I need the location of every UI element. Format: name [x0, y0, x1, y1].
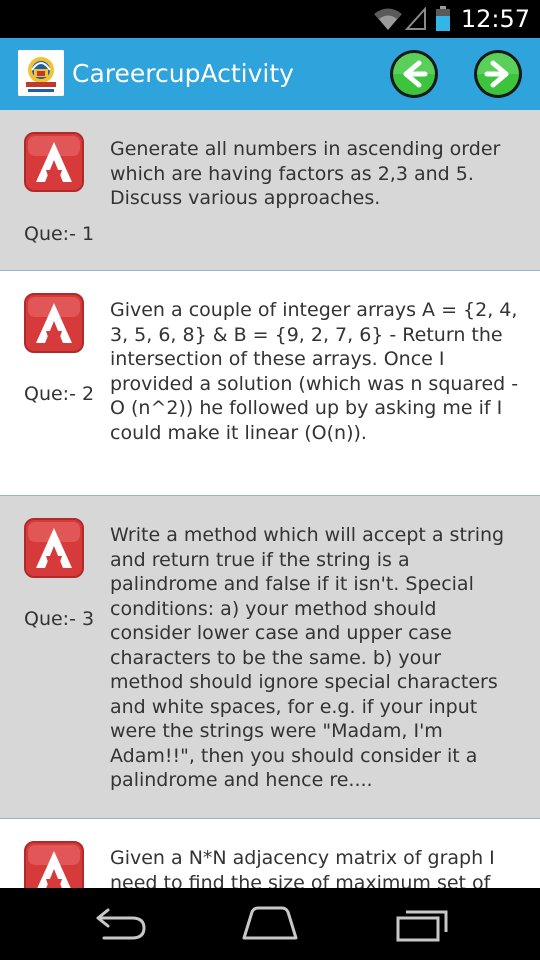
app-a-icon	[24, 132, 84, 192]
wifi-icon	[373, 8, 402, 30]
forward-nav-button[interactable]	[473, 49, 523, 99]
arrow-right-icon	[474, 50, 522, 98]
app-a-icon	[24, 518, 84, 578]
arrow-left-icon	[390, 50, 438, 98]
list-item[interactable]: Que:- 1 Generate all numbers in ascendin…	[0, 110, 540, 271]
list-item[interactable]: Given a N*N adjacency matrix of graph I …	[0, 819, 540, 888]
back-nav-button[interactable]	[389, 49, 439, 99]
list-item[interactable]: Que:- 2 Given a couple of integer arrays…	[0, 271, 540, 496]
action-bar: CareercupActivity	[0, 38, 540, 110]
question-text: Write a method which will accept a strin…	[110, 524, 505, 791]
question-text: Generate all numbers in ascending order …	[110, 138, 501, 209]
battery-icon	[435, 6, 450, 31]
recent-apps-icon[interactable]	[392, 904, 452, 944]
question-list[interactable]: Que:- 1 Generate all numbers in ascendin…	[0, 110, 540, 888]
app-logo-icon[interactable]	[18, 50, 64, 96]
status-bar: 12:57	[0, 0, 540, 38]
back-icon[interactable]	[90, 904, 150, 944]
question-number: Que:- 2	[24, 383, 95, 405]
question-text: Given a couple of integer arrays A = {2,…	[110, 299, 519, 444]
app-a-icon	[24, 293, 84, 353]
signal-icon	[404, 7, 426, 30]
question-text: Given a N*N adjacency matrix of graph I …	[110, 847, 495, 888]
list-item[interactable]: Que:- 3 Write a method which will accept…	[0, 496, 540, 819]
clock: 12:57	[460, 5, 530, 33]
app-a-icon	[24, 841, 84, 888]
system-nav-bar	[0, 888, 540, 960]
status-icons: 12:57	[373, 4, 530, 34]
app-title: CareercupActivity	[72, 59, 294, 88]
question-number: Que:- 3	[24, 608, 95, 630]
home-icon[interactable]	[240, 904, 300, 944]
question-number: Que:- 1	[24, 223, 95, 245]
